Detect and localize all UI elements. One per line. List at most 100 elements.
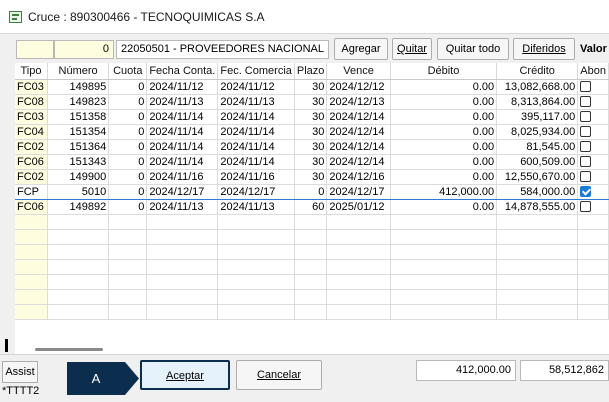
cell-debito[interactable]: 0.00 bbox=[390, 169, 498, 185]
cell-numero[interactable]: 151354 bbox=[47, 124, 110, 140]
cell-vence[interactable]: 2024/12/14 bbox=[326, 139, 391, 155]
cell-fecha-conta[interactable]: 2024/11/12 bbox=[146, 79, 219, 95]
cell-credito[interactable]: 8,025,934.00 bbox=[496, 124, 579, 140]
cell-cuota[interactable]: 0 bbox=[108, 183, 148, 200]
quitar-button[interactable]: Quitar bbox=[392, 38, 432, 60]
table-row[interactable]: FC08 149823 0 2024/11/13 2024/11/13 30 2024/12… bbox=[15, 94, 609, 110]
cell-vence[interactable]: 2024/12/14 bbox=[326, 109, 391, 125]
col-debito[interactable]: Débito bbox=[390, 63, 498, 80]
col-fecha-conta[interactable]: Fecha Conta. bbox=[146, 63, 219, 80]
table-row[interactable]: FC02 149900 0 2024/11/16 2024/11/16 30 2024/12… bbox=[15, 169, 609, 185]
cell-debito[interactable]: 0.00 bbox=[390, 124, 498, 140]
cell-fecha-conta[interactable]: 2024/12/17 bbox=[146, 183, 219, 200]
cell-numero[interactable]: 149892 bbox=[47, 199, 110, 215]
cell-vence[interactable]: 2025/01/12 bbox=[326, 199, 391, 215]
cell-tipo[interactable]: FC02 bbox=[15, 139, 48, 155]
col-abono[interactable]: Abon bbox=[577, 63, 609, 80]
cell-fec-comercial[interactable]: 2024/11/13 bbox=[217, 199, 295, 215]
cell-abono[interactable] bbox=[577, 139, 609, 155]
cell-debito[interactable]: 0.00 bbox=[390, 139, 498, 155]
cell-numero[interactable]: 5010 bbox=[47, 183, 110, 200]
cell-debito[interactable]: 0.00 bbox=[390, 109, 498, 125]
quitar-todo-button[interactable]: Quitar todo bbox=[437, 38, 509, 60]
cell-fec-comercial[interactable]: 2024/11/14 bbox=[217, 124, 295, 140]
abono-checkbox[interactable] bbox=[580, 81, 592, 93]
table-row[interactable]: FCP 5010 0 2024/12/17 2024/12/17 0 2024/12/17 4… bbox=[15, 183, 609, 200]
cell-plazo[interactable]: 30 bbox=[294, 79, 328, 95]
cell-cuota[interactable]: 0 bbox=[108, 94, 148, 110]
cell-tipo[interactable]: FC06 bbox=[15, 199, 48, 215]
cell-cuota[interactable]: 0 bbox=[108, 154, 148, 170]
table-row[interactable]: FC03 151358 0 2024/11/14 2024/11/14 30 2024/12… bbox=[15, 109, 609, 125]
cell-plazo[interactable]: 60 bbox=[294, 199, 328, 215]
col-fec-comercial[interactable]: Fec. Comercia bbox=[217, 63, 295, 80]
cell-numero[interactable]: 151343 bbox=[47, 154, 110, 170]
cell-abono[interactable] bbox=[577, 109, 609, 125]
cell-vence[interactable]: 2024/12/14 bbox=[326, 124, 391, 140]
cell-credito[interactable]: 14,878,555.00 bbox=[496, 199, 579, 215]
cell-plazo[interactable]: 0 bbox=[294, 183, 328, 200]
cell-plazo[interactable]: 30 bbox=[294, 94, 328, 110]
account-field[interactable]: 22050501 - PROVEEDORES NACIONAL bbox=[116, 40, 329, 59]
cell-fec-comercial[interactable]: 2024/11/12 bbox=[217, 79, 295, 95]
cell-abono[interactable] bbox=[577, 124, 609, 140]
cell-vence[interactable]: 2024/12/13 bbox=[326, 94, 391, 110]
aceptar-button[interactable]: Aceptar bbox=[140, 360, 230, 390]
cell-plazo[interactable]: 30 bbox=[294, 169, 328, 185]
col-numero[interactable]: Número bbox=[47, 63, 110, 80]
abono-checkbox[interactable] bbox=[580, 141, 592, 153]
cell-fecha-conta[interactable]: 2024/11/14 bbox=[146, 154, 219, 170]
col-credito[interactable]: Crédito bbox=[496, 63, 579, 80]
cell-tipo[interactable]: FC03 bbox=[15, 79, 48, 95]
scrollbar-thumb[interactable] bbox=[35, 348, 103, 351]
table-row[interactable]: FC02 151364 0 2024/11/14 2024/11/14 30 2024/12… bbox=[15, 139, 609, 155]
cell-abono[interactable] bbox=[577, 169, 609, 185]
cell-plazo[interactable]: 30 bbox=[294, 109, 328, 125]
cell-fecha-conta[interactable]: 2024/11/14 bbox=[146, 139, 219, 155]
cell-cuota[interactable]: 0 bbox=[108, 79, 148, 95]
cell-vence[interactable]: 2024/12/14 bbox=[326, 154, 391, 170]
cell-tipo[interactable]: FC08 bbox=[15, 94, 48, 110]
cell-credito[interactable]: 8,313,864.00 bbox=[496, 94, 579, 110]
cell-debito[interactable]: 0.00 bbox=[390, 79, 498, 95]
cell-tipo[interactable]: FC06 bbox=[15, 154, 48, 170]
cell-debito[interactable]: 412,000.00 bbox=[390, 183, 498, 200]
cell-numero[interactable]: 149823 bbox=[47, 94, 110, 110]
cell-debito[interactable]: 0.00 bbox=[390, 94, 498, 110]
cell-fecha-conta[interactable]: 2024/11/14 bbox=[146, 124, 219, 140]
col-plazo[interactable]: Plazo bbox=[294, 63, 328, 80]
cell-cuota[interactable]: 0 bbox=[108, 169, 148, 185]
cell-plazo[interactable]: 30 bbox=[294, 139, 328, 155]
cell-credito[interactable]: 81,545.00 bbox=[496, 139, 579, 155]
cell-vence[interactable]: 2024/12/16 bbox=[326, 169, 391, 185]
cell-fec-comercial[interactable]: 2024/12/17 bbox=[217, 183, 295, 200]
cell-tipo[interactable]: FC02 bbox=[15, 169, 48, 185]
abono-checkbox[interactable] bbox=[580, 111, 592, 123]
cell-fec-comercial[interactable]: 2024/11/16 bbox=[217, 169, 295, 185]
cell-abono[interactable] bbox=[577, 154, 609, 170]
table-row[interactable]: FC06 151343 0 2024/11/14 2024/11/14 30 2024/12… bbox=[15, 154, 609, 170]
cancelar-button[interactable]: Cancelar bbox=[236, 360, 322, 390]
cell-fec-comercial[interactable]: 2024/11/14 bbox=[217, 109, 295, 125]
cell-credito[interactable]: 584,000.00 bbox=[496, 183, 579, 200]
table-row[interactable]: FC06 149892 0 2024/11/13 2024/11/13 60 2025/01… bbox=[15, 199, 609, 215]
assist-button[interactable]: Assist bbox=[2, 361, 38, 383]
abono-checkbox[interactable] bbox=[580, 96, 592, 108]
blank-field[interactable] bbox=[16, 40, 54, 59]
cell-abono[interactable] bbox=[577, 94, 609, 110]
cell-fecha-conta[interactable]: 2024/11/14 bbox=[146, 109, 219, 125]
cell-cuota[interactable]: 0 bbox=[108, 199, 148, 215]
cell-tipo[interactable]: FC04 bbox=[15, 124, 48, 140]
cell-abono[interactable] bbox=[577, 183, 609, 200]
count-field[interactable]: 0 bbox=[54, 40, 114, 59]
cell-credito[interactable]: 12,550,670.00 bbox=[496, 169, 579, 185]
cell-plazo[interactable]: 30 bbox=[294, 124, 328, 140]
cell-credito[interactable]: 13,082,668.00 bbox=[496, 79, 579, 95]
cell-fec-comercial[interactable]: 2024/11/13 bbox=[217, 94, 295, 110]
cell-fecha-conta[interactable]: 2024/11/13 bbox=[146, 199, 219, 215]
agregar-button[interactable]: Agregar bbox=[334, 38, 388, 60]
cell-fecha-conta[interactable]: 2024/11/16 bbox=[146, 169, 219, 185]
cell-fecha-conta[interactable]: 2024/11/13 bbox=[146, 94, 219, 110]
abono-checkbox[interactable] bbox=[580, 201, 592, 213]
cell-credito[interactable]: 395,117.00 bbox=[496, 109, 579, 125]
